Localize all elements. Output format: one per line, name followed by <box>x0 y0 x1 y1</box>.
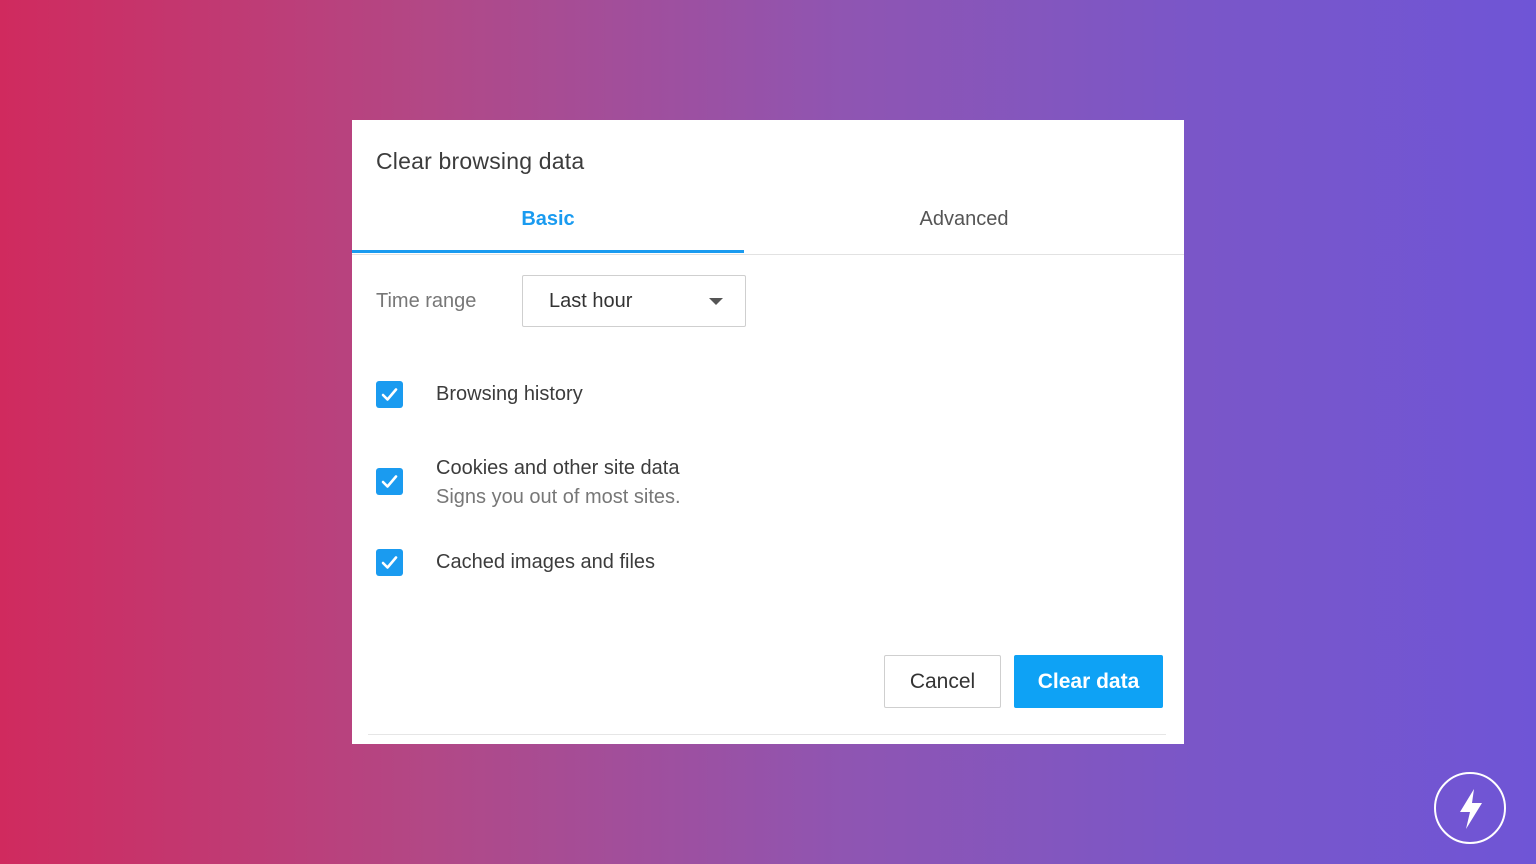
cookies-label: Cookies and other site data <box>436 457 680 479</box>
browsing-history-label: Browsing history <box>436 383 583 405</box>
divider <box>368 734 1166 735</box>
cached-images-checkbox[interactable] <box>376 549 403 576</box>
browsing-history-checkbox[interactable] <box>376 381 403 408</box>
checkmark-icon <box>381 475 398 488</box>
cancel-button[interactable]: Cancel <box>884 655 1001 708</box>
tab-basic[interactable]: Basic <box>352 206 744 252</box>
cached-images-label: Cached images and files <box>436 551 656 573</box>
time-range-value: Last hour <box>549 290 633 312</box>
dialog-title: Clear browsing data <box>376 148 585 174</box>
clear-data-button[interactable]: Clear data <box>1014 655 1163 708</box>
active-tab-indicator <box>352 250 744 253</box>
clear-browsing-data-dialog: Clear browsing data Basic Advanced Time … <box>352 120 1184 744</box>
tab-bar: Basic Advanced <box>352 208 1184 255</box>
checkmark-icon <box>381 556 398 569</box>
lightning-bolt-badge <box>1434 772 1506 844</box>
lightning-bolt-icon <box>1460 789 1482 829</box>
checkmark-icon <box>381 388 398 401</box>
tab-advanced[interactable]: Advanced <box>744 206 1184 252</box>
time-range-label: Time range <box>376 290 477 312</box>
chevron-down-icon <box>709 298 723 305</box>
time-range-select[interactable]: Last hour <box>522 275 746 327</box>
cookies-sublabel: Signs you out of most sites. <box>436 486 681 508</box>
cookies-checkbox[interactable] <box>376 468 403 495</box>
